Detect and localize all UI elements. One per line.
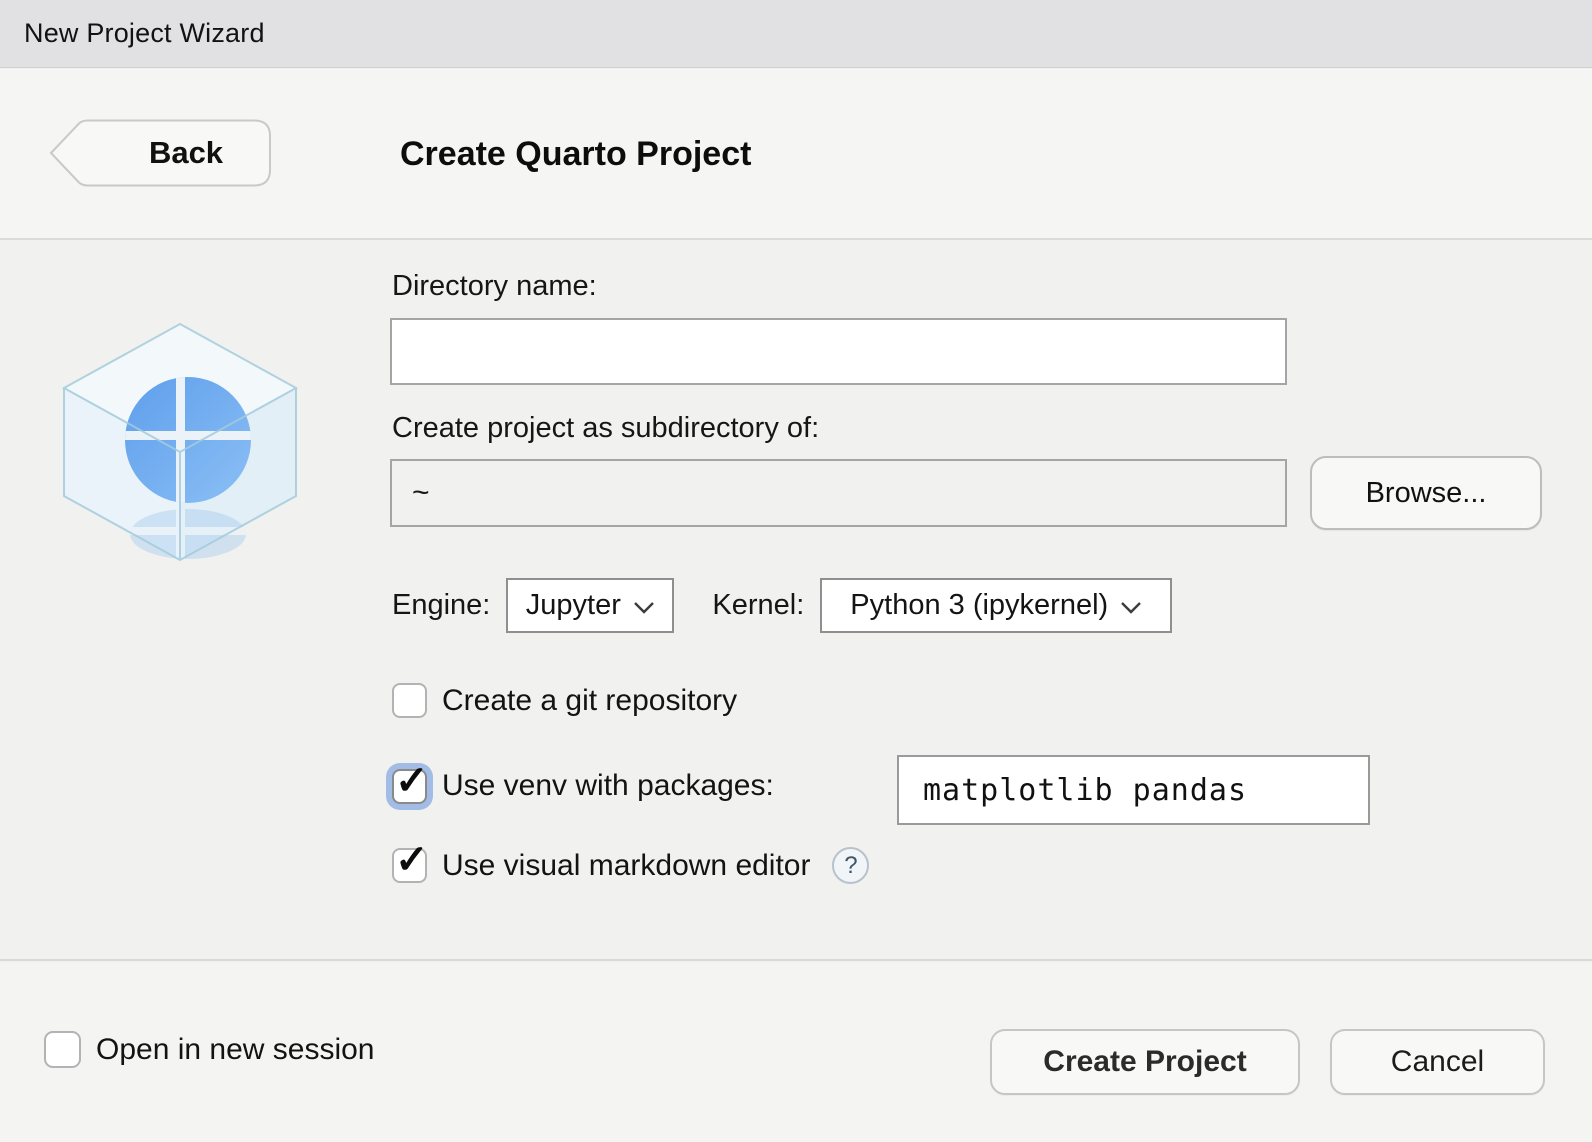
kernel-select[interactable]: Python 3 (ipykernel) <box>820 578 1172 633</box>
venv-packages-input[interactable] <box>897 755 1370 825</box>
back-button-label: Back <box>106 118 266 188</box>
directory-name-input[interactable] <box>390 318 1287 385</box>
engine-kernel-row: Engine: Jupyter Kernel: Python 3 (ipyker… <box>392 578 1172 633</box>
kernel-label: Kernel: <box>712 589 804 622</box>
visual-markdown-checkbox[interactable]: ✓ <box>392 848 427 883</box>
engine-select-value: Jupyter <box>526 589 621 622</box>
browse-button-label: Browse... <box>1366 477 1487 510</box>
open-new-session-row: ✓ Open in new session <box>44 1031 375 1068</box>
wizard-body: Directory name: Create project as subdir… <box>0 242 1592 961</box>
quarto-project-icon <box>46 316 314 568</box>
cancel-button[interactable]: Cancel <box>1330 1029 1545 1095</box>
checkmark-icon: ✓ <box>395 761 429 801</box>
subdirectory-label: Create project as subdirectory of: <box>392 412 819 445</box>
window-title: New Project Wizard <box>24 18 265 49</box>
venv-checkbox[interactable]: ✓ <box>392 769 427 804</box>
back-button[interactable]: Back <box>48 118 274 188</box>
chevron-down-icon <box>1120 601 1142 615</box>
checkmark-icon: ✓ <box>395 840 429 880</box>
engine-select[interactable]: Jupyter <box>506 578 674 633</box>
wizard-footer: ✓ Open in new session Create Project Can… <box>0 963 1592 1142</box>
subdirectory-input[interactable] <box>390 459 1287 527</box>
directory-name-label: Directory name: <box>392 270 597 303</box>
chevron-down-icon <box>633 601 655 615</box>
git-repository-checkbox[interactable]: ✓ <box>392 683 427 718</box>
browse-button[interactable]: Browse... <box>1310 456 1542 530</box>
cancel-button-label: Cancel <box>1391 1045 1484 1079</box>
venv-row: ✓ Use venv with packages: <box>392 750 774 822</box>
visual-markdown-label: Use visual markdown editor <box>442 849 810 883</box>
open-new-session-checkbox[interactable]: ✓ <box>44 1031 81 1068</box>
new-project-wizard-dialog: New Project Wizard Back Create Quarto Pr… <box>0 0 1592 1142</box>
project-form: Directory name: Create project as subdir… <box>390 242 1560 961</box>
open-new-session-label: Open in new session <box>96 1033 375 1067</box>
wizard-header: Back Create Quarto Project <box>0 69 1592 240</box>
venv-label: Use venv with packages: <box>442 769 774 803</box>
help-icon-glyph: ? <box>844 852 857 880</box>
visual-markdown-row: ✓ Use visual markdown editor ? <box>392 847 869 884</box>
create-project-button-label: Create Project <box>1043 1045 1246 1079</box>
kernel-select-value: Python 3 (ipykernel) <box>850 589 1108 622</box>
page-title: Create Quarto Project <box>400 69 751 240</box>
window-titlebar: New Project Wizard <box>0 0 1592 68</box>
git-repository-row: ✓ Create a git repository <box>392 683 737 718</box>
git-repository-label: Create a git repository <box>442 684 737 718</box>
create-project-button[interactable]: Create Project <box>990 1029 1300 1095</box>
engine-label: Engine: <box>392 589 490 622</box>
help-icon[interactable]: ? <box>832 847 869 884</box>
